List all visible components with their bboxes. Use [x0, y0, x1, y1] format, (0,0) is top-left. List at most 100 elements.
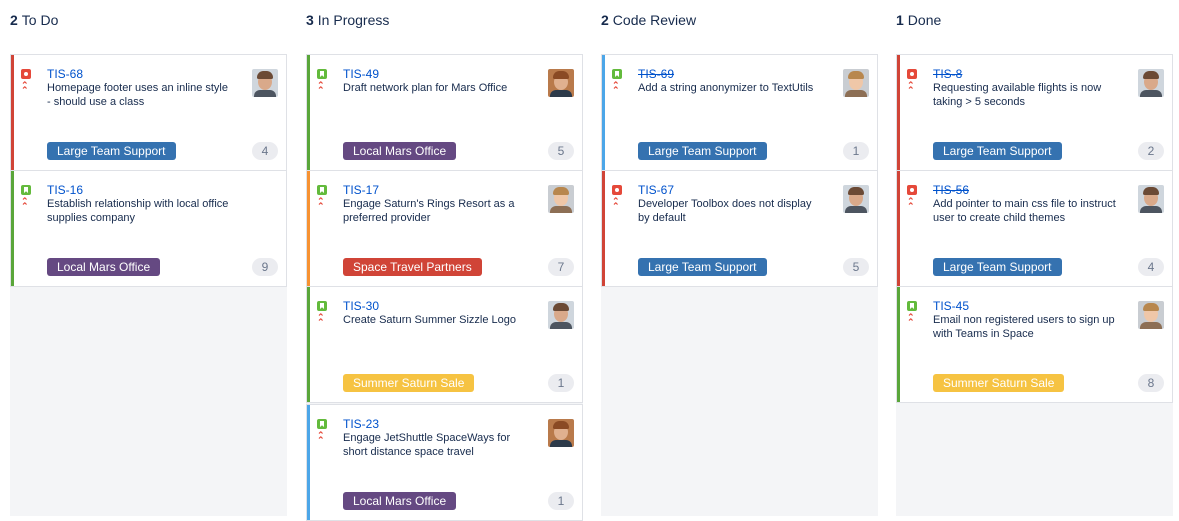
story-icon — [612, 69, 622, 79]
story-points-badge: 1 — [548, 492, 574, 510]
status-color-bar — [307, 287, 310, 402]
issue-key-link[interactable]: TIS-49 — [343, 67, 379, 81]
column-issue-count: 2 — [601, 12, 609, 28]
epic-label[interactable]: Large Team Support — [638, 258, 767, 276]
story-points-badge: 8 — [1138, 374, 1164, 392]
status-color-bar — [897, 55, 900, 170]
issue-card[interactable]: ⌃ ⌃ TIS-16 Establish relationship with loca… — [10, 170, 287, 287]
issue-summary: Homepage footer uses an inline style - s… — [47, 82, 228, 108]
story-points-badge: 7 — [548, 258, 574, 276]
board-column: ⌃ ⌃ TIS-68 Homepage footer uses an inline s… — [10, 54, 287, 516]
issue-card[interactable]: ⌃ ⌃ TIS-17 Engage Saturn's Rings Resort as … — [306, 170, 583, 287]
issue-summary: Add pointer to main css file to instruct… — [933, 198, 1116, 224]
issue-summary: Engage JetShuttle SpaceWays for short di… — [343, 432, 511, 458]
column-header: 3 In Progress — [306, 12, 389, 28]
issue-card[interactable]: ⌃ ⌃ TIS-30 Create Saturn Summer Sizzle Logo… — [306, 286, 583, 403]
column-title: To Do — [21, 12, 59, 28]
avatar-shoulders — [550, 206, 572, 213]
epic-label[interactable]: Local Mars Office — [343, 492, 457, 510]
story-points-badge: 4 — [252, 142, 278, 160]
story-icon — [317, 185, 327, 195]
issue-key-link[interactable]: TIS-67 — [638, 183, 674, 197]
assignee-avatar[interactable] — [548, 185, 574, 213]
issue-key-link[interactable]: TIS-8 — [933, 67, 962, 81]
story-icon — [317, 419, 327, 429]
priority-highest-icon: ⌃ ⌃ — [317, 80, 325, 95]
epic-label[interactable]: Local Mars Office — [343, 142, 457, 160]
issue-key-link[interactable]: TIS-17 — [343, 183, 379, 197]
column-issue-count: 1 — [896, 12, 904, 28]
story-icon — [317, 301, 327, 311]
avatar-hair — [257, 71, 273, 79]
issue-card[interactable]: ⌃ ⌃ TIS-8 Requesting available flights is n… — [896, 54, 1173, 171]
assignee-avatar[interactable] — [548, 419, 574, 447]
status-color-bar — [897, 287, 900, 402]
board-column: ⌃ ⌃ TIS-49 Draft network plan for Mars Offi… — [306, 54, 583, 521]
status-color-bar — [602, 55, 605, 170]
issue-summary: Engage Saturn's Rings Resort as a prefer… — [343, 198, 515, 224]
priority-highest-icon: ⌃ ⌃ — [21, 196, 29, 211]
issue-key-link[interactable]: TIS-45 — [933, 299, 969, 313]
issue-card[interactable]: ⌃ ⌃ TIS-23 Engage JetShuttle SpaceWays for … — [306, 404, 583, 521]
epic-label[interactable]: Summer Saturn Sale — [343, 374, 475, 392]
issue-key-link[interactable]: TIS-16 — [47, 183, 83, 197]
priority-highest-icon: ⌃ ⌃ — [907, 80, 915, 95]
story-points-badge: 5 — [548, 142, 574, 160]
assignee-avatar[interactable] — [548, 69, 574, 97]
avatar-hair — [553, 421, 569, 429]
issue-summary: Requesting available flights is now taki… — [933, 82, 1102, 108]
avatar-shoulders — [1140, 322, 1162, 329]
epic-label[interactable]: Space Travel Partners — [343, 258, 482, 276]
story-points-badge: 5 — [843, 258, 869, 276]
epic-label[interactable]: Local Mars Office — [47, 258, 161, 276]
story-icon — [317, 69, 327, 79]
story-points-badge: 1 — [548, 374, 574, 392]
issue-key-link[interactable]: TIS-30 — [343, 299, 379, 313]
assignee-avatar[interactable] — [843, 69, 869, 97]
issue-card[interactable]: ⌃ ⌃ TIS-67 Developer Toolbox does not displ… — [601, 170, 878, 287]
issue-card[interactable]: ⌃ ⌃ TIS-68 Homepage footer uses an inline s… — [10, 54, 287, 171]
bug-icon — [907, 69, 917, 79]
story-icon — [21, 185, 31, 195]
issue-key-link[interactable]: TIS-23 — [343, 417, 379, 431]
board-column: ⌃ ⌃ TIS-8 Requesting available flights is n… — [896, 54, 1173, 516]
epic-label[interactable]: Large Team Support — [933, 258, 1062, 276]
bug-icon — [21, 69, 31, 79]
issue-summary: Establish relationship with local office… — [47, 198, 229, 224]
status-color-bar — [307, 55, 310, 170]
epic-label[interactable]: Large Team Support — [933, 142, 1062, 160]
assignee-avatar[interactable] — [843, 185, 869, 213]
issue-key-link[interactable]: TIS-68 — [47, 67, 83, 81]
assignee-avatar[interactable] — [1138, 185, 1164, 213]
epic-label[interactable]: Large Team Support — [638, 142, 767, 160]
avatar-shoulders — [550, 322, 572, 329]
avatar-shoulders — [550, 90, 572, 97]
priority-highest-icon: ⌃ ⌃ — [317, 312, 325, 327]
column-header: 1 Done — [896, 12, 941, 28]
avatar-shoulders — [1140, 90, 1162, 97]
epic-label[interactable]: Large Team Support — [47, 142, 176, 160]
priority-highest-icon: ⌃ ⌃ — [21, 80, 29, 95]
status-color-bar — [897, 171, 900, 286]
avatar-hair — [848, 71, 864, 79]
bug-icon — [907, 185, 917, 195]
issue-key-link[interactable]: TIS-69 — [638, 67, 674, 81]
assignee-avatar[interactable] — [252, 69, 278, 97]
issue-card[interactable]: ⌃ ⌃ TIS-45 Email non registered users to si… — [896, 286, 1173, 403]
assignee-avatar[interactable] — [1138, 301, 1164, 329]
story-points-badge: 2 — [1138, 142, 1164, 160]
column-header: 2 Code Review — [601, 12, 696, 28]
issue-summary: Add a string anonymizer to TextUtils — [638, 82, 814, 94]
issue-card[interactable]: ⌃ ⌃ TIS-49 Draft network plan for Mars Offi… — [306, 54, 583, 171]
issue-card[interactable]: ⌃ ⌃ TIS-56 Add pointer to main css file to … — [896, 170, 1173, 287]
avatar-hair — [553, 303, 569, 311]
avatar-hair — [1143, 187, 1159, 195]
issue-summary: Create Saturn Summer Sizzle Logo — [343, 314, 517, 326]
avatar-hair — [553, 187, 569, 195]
issue-key-link[interactable]: TIS-56 — [933, 183, 969, 197]
assignee-avatar[interactable] — [548, 301, 574, 329]
issue-card[interactable]: ⌃ ⌃ TIS-69 Add a string anonymizer to TextU… — [601, 54, 878, 171]
priority-highest-icon: ⌃ ⌃ — [612, 80, 620, 95]
epic-label[interactable]: Summer Saturn Sale — [933, 374, 1065, 392]
assignee-avatar[interactable] — [1138, 69, 1164, 97]
